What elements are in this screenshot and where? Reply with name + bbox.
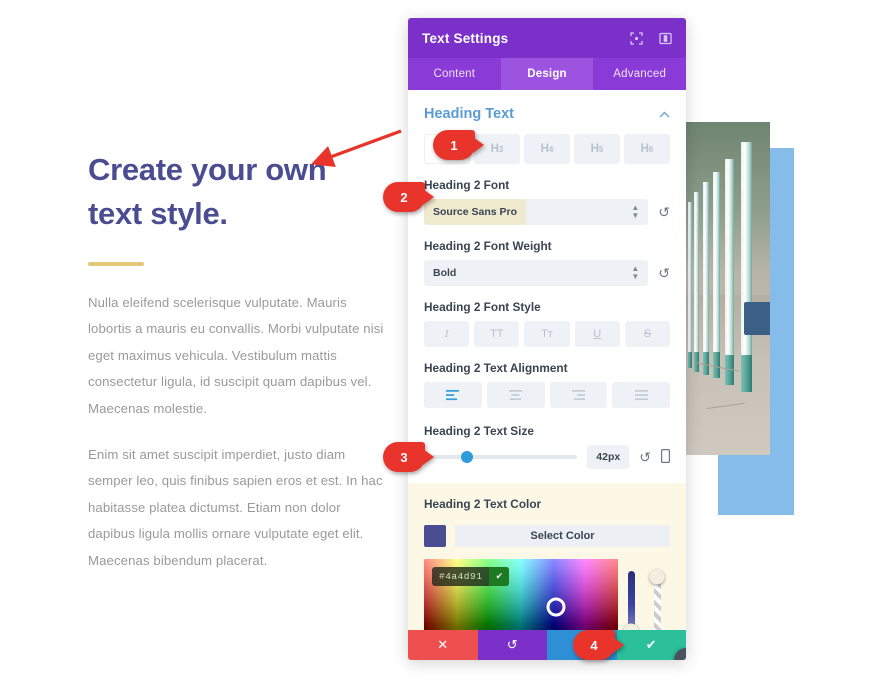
annotation-badge-1: 1 — [433, 130, 475, 160]
heading-font-label: Heading 2 Font — [424, 178, 510, 192]
align-right-button[interactable] — [549, 382, 608, 408]
color-preview-swatch[interactable] — [424, 525, 446, 547]
annotation-badge-3: 3 — [383, 442, 425, 472]
font-style-italic-button[interactable]: I — [424, 321, 470, 347]
font-style-strikethrough-button[interactable]: S — [624, 321, 671, 347]
mobile-icon[interactable] — [661, 448, 671, 466]
alpha-slider-handle[interactable] — [649, 569, 665, 585]
chevron-up-icon[interactable] — [659, 107, 670, 121]
chevron-updown-icon: ▲ ▼ — [631, 264, 640, 281]
heading-font-weight-label: Heading 2 Font Weight — [424, 239, 552, 253]
hex-value-badge: #4a4d91 ✔ — [432, 567, 510, 586]
heading-level-h5[interactable]: H5 — [574, 134, 620, 164]
heading-text-size-label: Heading 2 Text Size — [424, 424, 534, 438]
article-content: Create your own text style. Nulla eleife… — [88, 148, 388, 594]
text-settings-panel: Text Settings Content Design Advanced He… — [408, 18, 686, 660]
align-center-button[interactable] — [486, 382, 545, 408]
text-size-reset-icon[interactable]: ↺ — [639, 449, 651, 466]
field-heading-text-alignment: Heading 2 Text Alignment — [408, 361, 686, 408]
panel-title: Text Settings — [422, 30, 509, 46]
field-heading-font-weight: Heading 2 Font Weight Bold ▲ ▼ ↺ — [408, 239, 686, 286]
heading-font-style-label: Heading 2 Font Style — [424, 300, 541, 314]
cancel-button[interactable]: ✕ — [408, 630, 478, 660]
field-heading-font: Heading 2 Font Source Sans Pro ▲ ▼ ↺ — [408, 178, 686, 225]
heading-font-weight-select[interactable]: Bold ▲ ▼ — [424, 260, 649, 286]
align-justify-button[interactable] — [612, 382, 670, 408]
heading-text-alignment-label: Heading 2 Text Alignment — [424, 361, 568, 375]
column-photo — [686, 122, 770, 455]
tab-design[interactable]: Design — [500, 58, 594, 90]
panel-tabs: Content Design Advanced — [408, 58, 686, 90]
hex-value[interactable]: #4a4d91 — [432, 571, 489, 582]
hue-slider-handle[interactable] — [623, 623, 639, 630]
heading-text-color-label: Heading 2 Text Color — [424, 497, 542, 511]
picker-cursor[interactable] — [546, 597, 566, 617]
select-color-button[interactable]: Select Color — [455, 525, 670, 547]
annotation-badge-4: 4 — [573, 630, 615, 660]
field-heading-text-size: Heading 2 Text Size 42px ↺ — [408, 424, 686, 469]
undo-button[interactable]: ↺ — [477, 630, 547, 660]
heading-text-color-section: Heading 2 Text Color Select Color #4a4d9… — [408, 483, 686, 630]
hue-slider[interactable] — [623, 571, 639, 630]
font-style-underline-button[interactable]: U — [574, 321, 620, 347]
heading-font-weight-value: Bold — [433, 267, 457, 279]
panel-body: Heading Text H2 H3 H4 H5 H6 Heading 2 Fo… — [408, 90, 686, 630]
color-picker[interactable]: #4a4d91 ✔ — [424, 559, 670, 630]
page-title-line-2: text style. — [88, 196, 228, 232]
screenshot-root: Create your own text style. Nulla eleife… — [0, 0, 880, 692]
text-size-value[interactable]: 42px — [587, 445, 630, 469]
body-paragraph-2: Enim sit amet suscipit imperdiet, justo … — [88, 447, 383, 568]
font-style-smallcaps-button[interactable]: Tт — [524, 321, 570, 347]
layout-icon[interactable] — [659, 32, 672, 45]
section-title: Heading Text — [424, 106, 514, 122]
heading-font-reset-icon[interactable]: ↺ — [658, 204, 670, 221]
heading-font-value: Source Sans Pro — [433, 206, 518, 218]
body-paragraph-1: Nulla eleifend scelerisque vulputate. Ma… — [88, 295, 384, 416]
heading-font-select[interactable]: Source Sans Pro ▲ ▼ — [424, 199, 649, 225]
text-size-slider[interactable] — [424, 451, 578, 463]
font-style-uppercase-button[interactable]: TT — [474, 321, 520, 347]
panel-action-bar: ✕ ↺ ↻ ✔ — [408, 630, 686, 660]
picker-sliders — [618, 559, 670, 630]
text-size-slider-handle[interactable] — [460, 451, 473, 463]
title-divider — [88, 262, 144, 267]
pointer-arrow — [305, 128, 405, 170]
panel-header: Text Settings — [408, 18, 686, 58]
heading-font-weight-reset-icon[interactable]: ↺ — [658, 265, 670, 282]
alpha-slider[interactable] — [649, 569, 665, 630]
chevron-updown-icon: ▲ ▼ — [631, 203, 640, 220]
annotation-badge-2: 2 — [383, 182, 425, 212]
field-heading-font-style: Heading 2 Font Style I TT Tт U S — [408, 300, 686, 347]
tab-content[interactable]: Content — [408, 58, 501, 90]
tab-advanced[interactable]: Advanced — [593, 58, 686, 90]
heading-text-section-header[interactable]: Heading Text — [408, 90, 686, 134]
check-icon[interactable]: ✔ — [489, 567, 510, 586]
fullscreen-icon[interactable] — [630, 31, 643, 45]
heading-level-h6[interactable]: H6 — [624, 134, 670, 164]
heading-level-h4[interactable]: H4 — [524, 134, 570, 164]
align-left-button[interactable] — [424, 382, 482, 408]
